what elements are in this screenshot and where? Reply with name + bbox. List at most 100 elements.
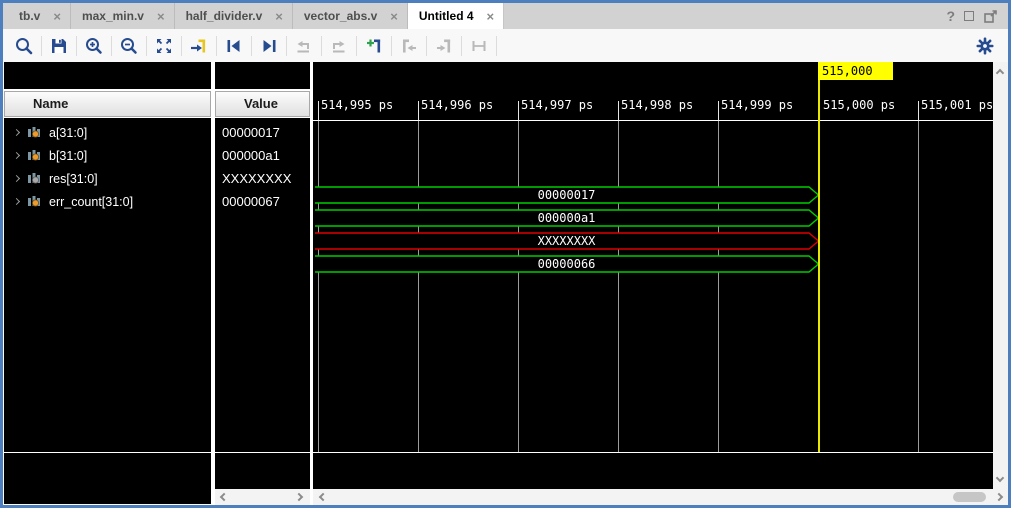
tab-label: tb.v (19, 9, 40, 23)
gridline (718, 121, 719, 452)
scroll-right-icon[interactable] (295, 493, 303, 501)
save-waveform-button[interactable] (44, 33, 74, 59)
signal-name: b[31:0] (49, 149, 87, 163)
toolbar-separator (251, 36, 252, 56)
expand-chevron-icon[interactable] (13, 129, 20, 136)
time-cursor-label[interactable]: 515,000 ps (818, 62, 893, 80)
tab-tb-v[interactable]: tb.v × (8, 3, 71, 29)
bus-signal-icon-undefined (27, 172, 43, 185)
bus-value-label: 00000066 (315, 257, 818, 271)
toolbar-separator (216, 36, 217, 56)
previous-transition-button[interactable] (219, 33, 249, 59)
signal-list-end-line (4, 452, 211, 453)
name-column-top-strip (4, 62, 211, 89)
waveform-end-line (313, 452, 993, 453)
zoom-in-button[interactable] (79, 33, 109, 59)
toolbar-separator (111, 36, 112, 56)
toolbar-separator (286, 36, 287, 56)
next-transition-button[interactable] (254, 33, 284, 59)
scroll-up-icon[interactable] (996, 69, 1004, 77)
expand-chevron-icon[interactable] (13, 198, 20, 205)
signal-row-b[interactable]: b[31:0] (4, 144, 211, 167)
ruler-tick (718, 101, 719, 120)
expand-chevron-icon[interactable] (13, 152, 20, 159)
gridline (618, 121, 619, 452)
previous-marker-button-disabled (394, 33, 424, 59)
tab-vector-abs-v[interactable]: vector_abs.v × (293, 3, 408, 29)
tabbar-spacer (504, 3, 946, 29)
add-marker-button[interactable] (359, 33, 389, 59)
ruler-baseline (313, 120, 993, 121)
bus-signal-icon (27, 149, 43, 162)
value-row[interactable]: 00000067 (215, 190, 310, 213)
scroll-right-icon[interactable] (995, 493, 1003, 501)
toolbar-separator (41, 36, 42, 56)
ruler-tick (318, 101, 319, 120)
waveform-viewer-window: tb.v × max_min.v × half_divider.v × vect… (0, 0, 1011, 508)
ruler-tick-label: 515,001 ps (921, 98, 993, 112)
tab-label: half_divider.v (186, 9, 263, 23)
signal-name: a[31:0] (49, 126, 87, 140)
maximize-icon[interactable] (964, 11, 974, 21)
zoom-fit-button[interactable] (149, 33, 179, 59)
tab-label: vector_abs.v (304, 9, 377, 23)
signal-name-list: a[31:0] b[31:0] res[31:0] err_count[31:0… (4, 118, 211, 504)
tab-label: max_min.v (82, 9, 144, 23)
zoom-out-button[interactable] (114, 33, 144, 59)
scroll-down-icon[interactable] (996, 474, 1004, 482)
toolbar-separator (426, 36, 427, 56)
help-icon[interactable]: ? (946, 8, 955, 24)
bus-signal-icon (27, 195, 43, 208)
signal-row-res[interactable]: res[31:0] (4, 167, 211, 190)
scroll-left-icon[interactable] (319, 493, 327, 501)
close-icon[interactable]: × (487, 10, 495, 23)
waveform-hscrollbar[interactable] (313, 489, 993, 505)
value-row[interactable]: 000000a1 (215, 144, 310, 167)
close-icon[interactable]: × (390, 10, 398, 23)
value-list-end-line (215, 452, 310, 453)
value-column-header[interactable]: Value (215, 91, 310, 117)
time-cursor-line[interactable] (818, 80, 820, 452)
ruler-tick (418, 101, 419, 120)
close-icon[interactable]: × (53, 10, 61, 23)
gridline (418, 121, 419, 452)
find-button[interactable] (9, 33, 39, 59)
go-to-time-cursor-button[interactable] (184, 33, 214, 59)
signal-value: 00000017 (222, 121, 280, 144)
signal-name: err_count[31:0] (49, 195, 133, 209)
signal-row-err-count[interactable]: err_count[31:0] (4, 190, 211, 213)
toolbar-separator (76, 36, 77, 56)
ruler-tick-label: 514,996 ps (421, 98, 493, 112)
hscrollbar-thumb[interactable] (953, 492, 986, 502)
close-icon[interactable]: × (157, 10, 165, 23)
value-column-hscrollbar[interactable] (215, 489, 310, 505)
ruler-tick (518, 101, 519, 120)
waveform-toolbar (3, 29, 1008, 62)
ruler-tick-label: 514,995 ps (321, 98, 393, 112)
bus-signal-icon (27, 126, 43, 139)
scrollbar-corner[interactable] (993, 489, 1008, 505)
signal-row-a[interactable]: a[31:0] (4, 121, 211, 144)
name-column-header[interactable]: Name (4, 91, 211, 117)
value-row[interactable]: XXXXXXXX (215, 167, 310, 190)
toolbar-separator (146, 36, 147, 56)
float-window-icon[interactable] (983, 9, 998, 24)
ruler-tick (918, 101, 919, 120)
signal-value-list: 00000017 000000a1 XXXXXXXX 00000067 (215, 118, 310, 489)
swap-cursor-button-disabled (289, 33, 319, 59)
expand-chevron-icon[interactable] (13, 175, 20, 182)
settings-gear-button[interactable] (970, 33, 1000, 59)
waveform-canvas[interactable]: 514,995 ps 514,996 ps 514,997 ps 514,998… (313, 62, 993, 489)
tab-max-min-v[interactable]: max_min.v × (71, 3, 175, 29)
ruler-tick-label: 514,999 ps (721, 98, 793, 112)
close-icon[interactable]: × (275, 10, 283, 23)
scroll-left-icon[interactable] (220, 493, 228, 501)
tab-label: Untitled 4 (419, 9, 474, 23)
tab-half-divider-v[interactable]: half_divider.v × (175, 3, 293, 29)
toolbar-separator (391, 36, 392, 56)
ruler-tick-label: 514,998 ps (621, 98, 693, 112)
waveform-vscrollbar[interactable] (993, 62, 1008, 489)
tab-untitled-4[interactable]: Untitled 4 × (408, 3, 504, 29)
value-row[interactable]: 00000017 (215, 121, 310, 144)
toolbar-separator (181, 36, 182, 56)
